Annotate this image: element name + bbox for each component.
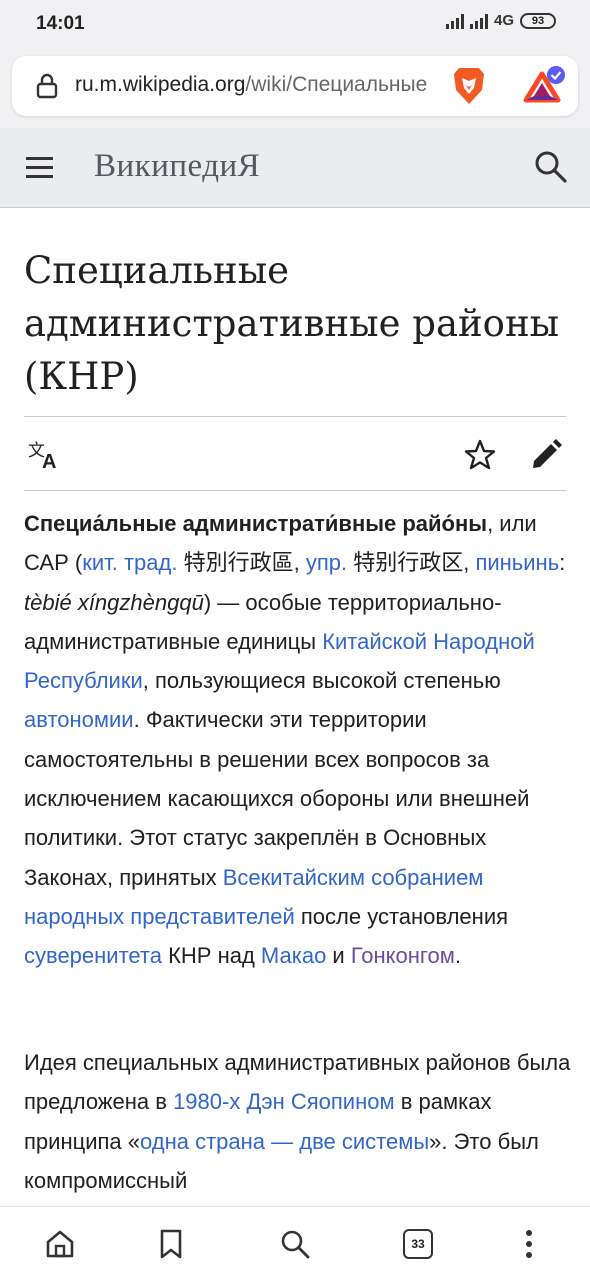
link-upr[interactable]: упр. [306, 550, 347, 575]
search-button[interactable] [278, 1227, 312, 1261]
link-autonomy[interactable]: автономии [24, 707, 134, 732]
wiki-header: ВикипедиЯ [0, 128, 590, 208]
link-pinyin[interactable]: пиньинь [475, 550, 559, 575]
text: и [326, 943, 351, 969]
browser-bottom-nav: 33 [0, 1206, 590, 1280]
tabs-icon: 33 [403, 1229, 433, 1259]
more-icon [526, 1230, 532, 1258]
svg-text:A: A [42, 451, 56, 470]
browser-toolbar: ru.m.wikipedia.org/wiki/Специальные [0, 48, 590, 128]
edit-pencil-icon[interactable] [530, 439, 562, 471]
text: , пользующиеся высокой степенью [142, 668, 501, 694]
title-divider [24, 416, 566, 417]
home-button[interactable] [43, 1227, 77, 1261]
network-type: 4G [493, 12, 514, 29]
url-host: ru.m.wikipedia.org [75, 73, 246, 96]
search-icon[interactable] [534, 150, 568, 184]
text: КНР над [161, 943, 261, 969]
watch-star-icon[interactable] [464, 439, 496, 471]
more-button[interactable] [512, 1227, 546, 1261]
link-kit-trad[interactable]: кит. трад. [82, 550, 177, 575]
text: . Фактически эти территории самостоятель… [24, 707, 530, 890]
text: . [454, 943, 461, 969]
wikipedia-logo[interactable]: ВикипедиЯ [94, 148, 260, 185]
brave-lion-icon[interactable] [452, 66, 486, 106]
paragraph-1: Специа́льные администрати́вные райо́ны , … [24, 504, 572, 976]
language-icon[interactable]: 文 A [28, 440, 62, 470]
status-bar: 14:01 4G 93 [0, 0, 590, 48]
link-sovereignty[interactable]: суверенитета [24, 943, 162, 968]
text: 特別行政區, [177, 550, 306, 576]
home-icon [46, 1230, 74, 1258]
text: 特别行政区, [347, 550, 470, 576]
signal-icon [445, 13, 464, 29]
signal-icon-2 [469, 13, 488, 29]
tabs-button[interactable]: 33 [401, 1227, 435, 1261]
address-bar[interactable]: ru.m.wikipedia.org/wiki/Специальные [12, 56, 578, 116]
link-hongkong[interactable]: Гонконгом [351, 943, 455, 968]
actions-divider [24, 490, 566, 491]
link-one-country-two-systems[interactable]: одна страна — две системы [140, 1129, 429, 1154]
lead-term: Специа́льные администрати́вные райо́ны [24, 511, 488, 536]
paragraph-2: Идея специальных административных районо… [24, 1043, 572, 1200]
status-indicators: 4G 93 [445, 12, 556, 29]
text: : [559, 550, 566, 576]
battery-icon: 93 [520, 12, 556, 29]
url-text[interactable]: ru.m.wikipedia.org/wiki/Специальные [75, 73, 455, 97]
bookmark-icon [160, 1229, 182, 1259]
lock-icon[interactable] [36, 73, 58, 99]
url-path: /wiki/Специальные [245, 73, 428, 96]
page-title: Специальные административные районы (КНР… [24, 249, 560, 398]
status-time: 14:01 [36, 13, 85, 34]
link-deng[interactable]: Дэн Сяопином [246, 1089, 394, 1114]
text: после установления [294, 903, 509, 929]
bookmark-button[interactable] [154, 1227, 188, 1261]
pinyin-text: tèbié xíngzhèngqū [24, 589, 204, 615]
bat-rewards-icon[interactable] [520, 66, 570, 106]
search-icon [281, 1230, 310, 1259]
menu-icon[interactable] [26, 156, 54, 180]
link-1980s[interactable]: 1980-х [173, 1089, 240, 1114]
link-macau[interactable]: Макао [261, 943, 326, 968]
